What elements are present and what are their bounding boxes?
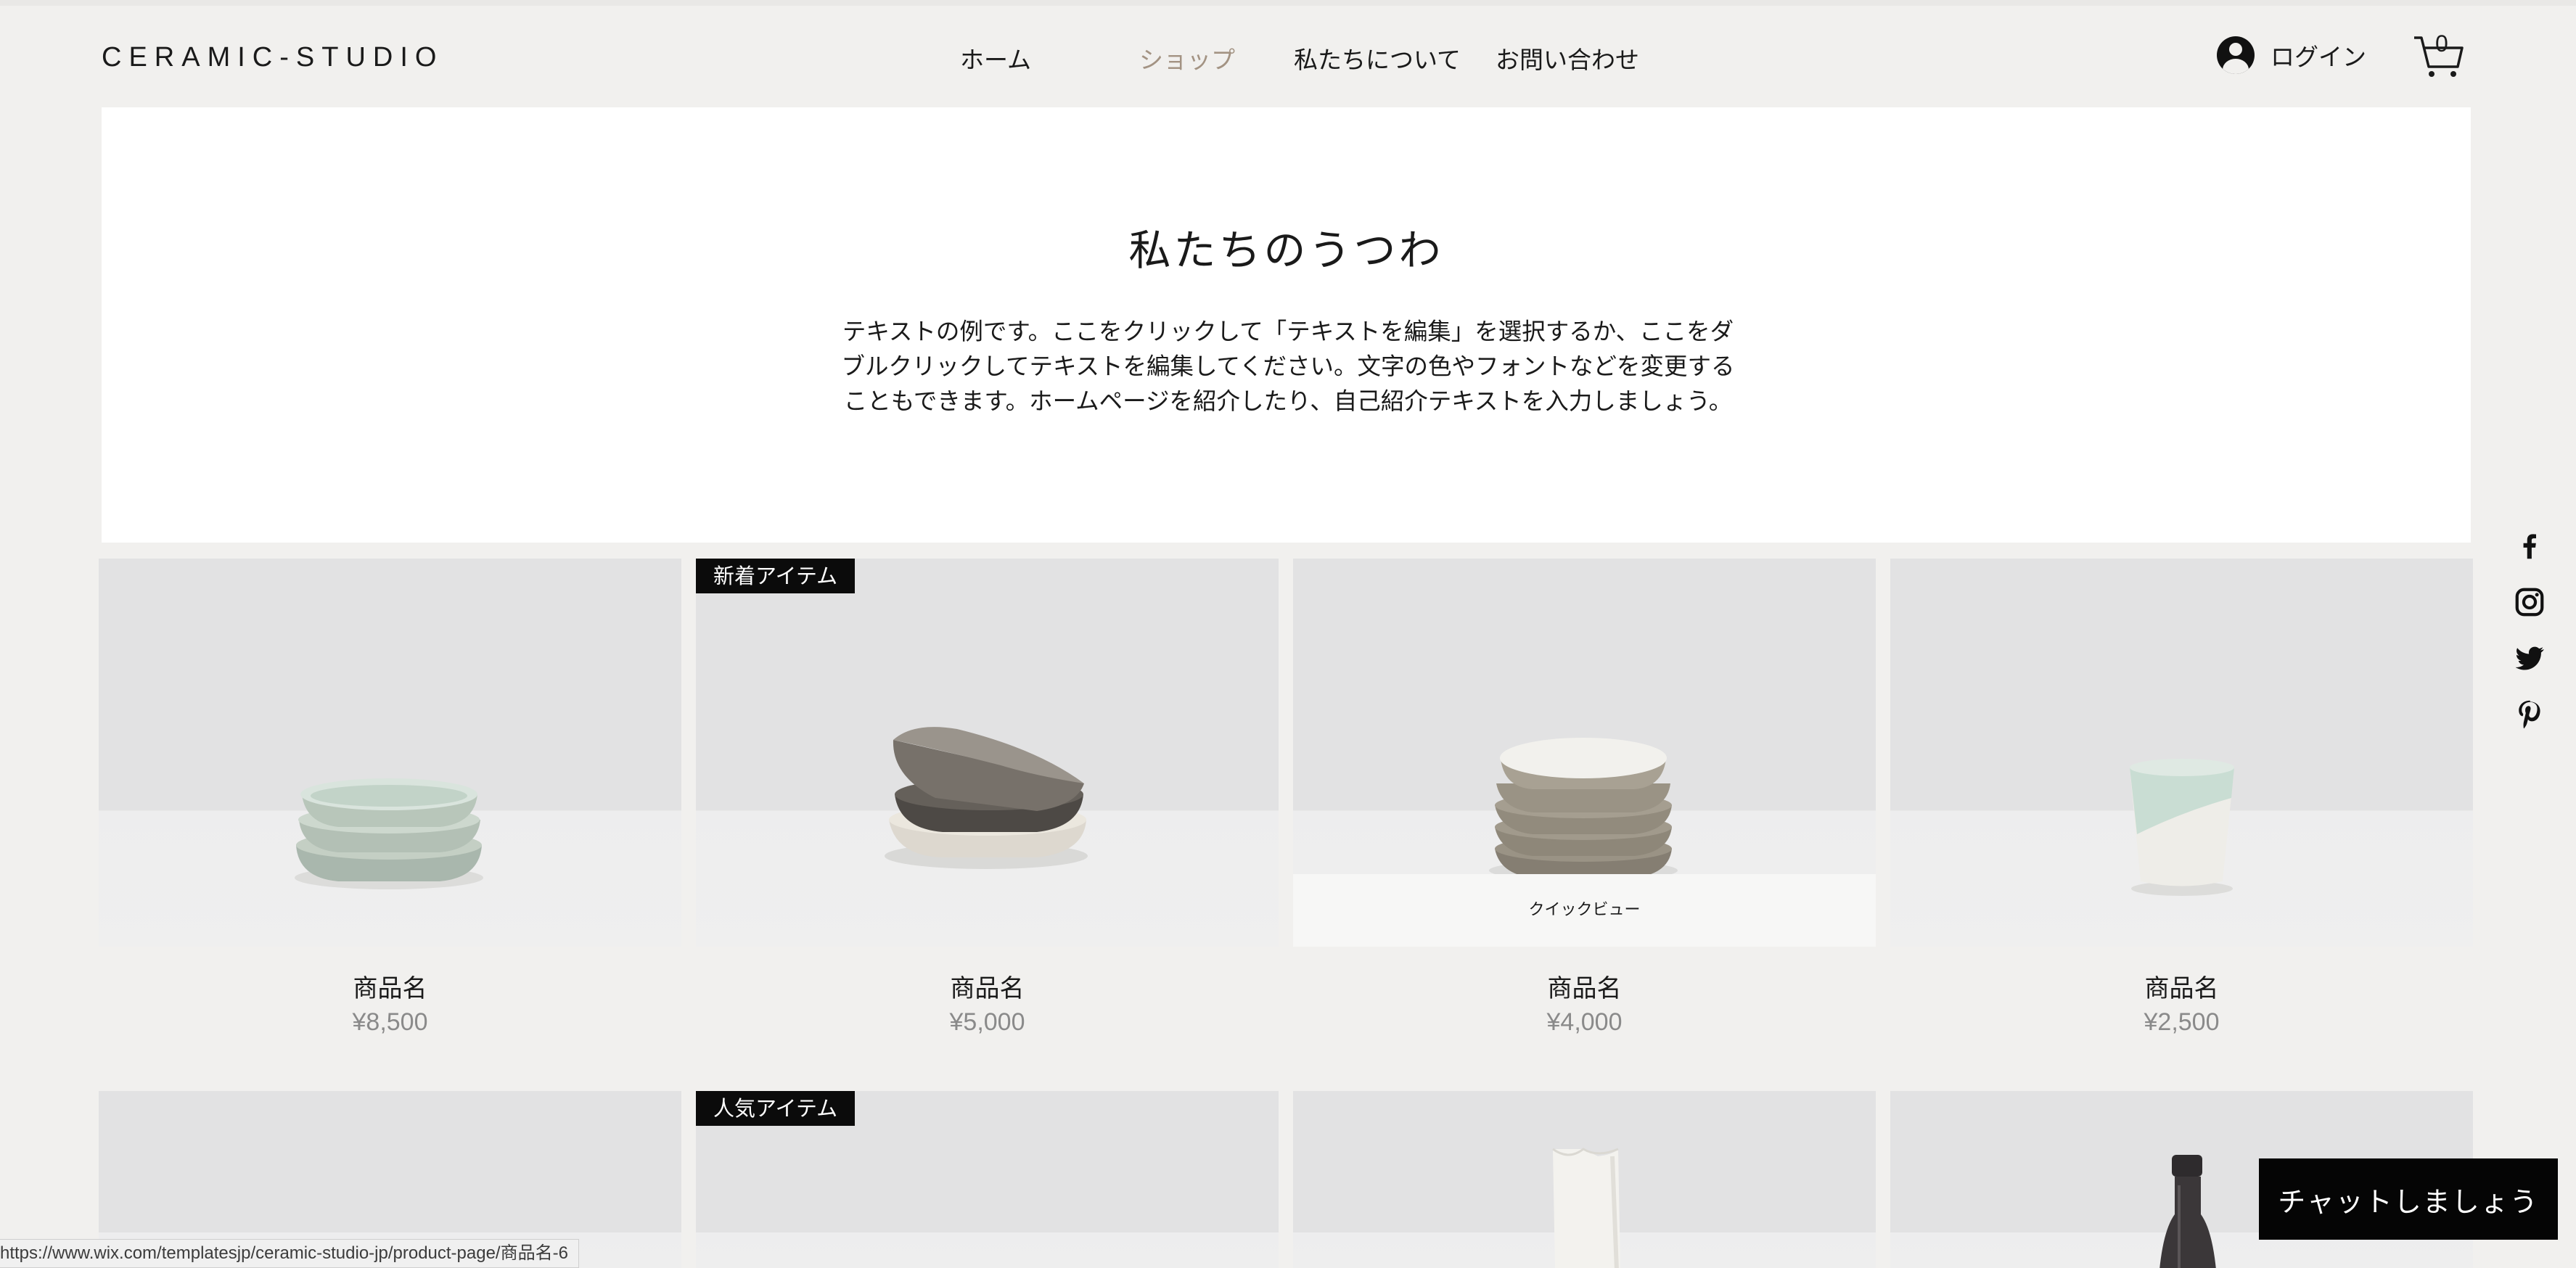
product-image[interactable]: クイックビュー bbox=[1293, 559, 1876, 947]
nav-about[interactable]: 私たちについて bbox=[1294, 41, 1461, 75]
chat-button[interactable]: チャットしましょう bbox=[2259, 1158, 2558, 1240]
product-price: ¥8,500 bbox=[352, 1008, 428, 1036]
nav-home[interactable]: ホーム bbox=[960, 41, 1031, 75]
product-name[interactable]: 商品名 bbox=[99, 968, 681, 1004]
facebook-icon[interactable] bbox=[2513, 530, 2546, 563]
page-title: 私たちのうつわ bbox=[1128, 226, 1444, 275]
product-image[interactable] bbox=[1890, 559, 2473, 947]
product-image[interactable]: 人気アイテム bbox=[696, 1091, 1279, 1268]
product-card[interactable]: 商品名 ¥8,500 bbox=[99, 559, 681, 1037]
nav-shop[interactable]: ショップ bbox=[1139, 41, 1235, 75]
product-name[interactable]: 商品名 bbox=[1890, 968, 2473, 1004]
twitter-icon[interactable] bbox=[2513, 641, 2546, 675]
user-avatar-icon bbox=[2217, 36, 2255, 74]
nav-contact[interactable]: お問い合わせ bbox=[1496, 41, 1639, 75]
product-card[interactable] bbox=[1293, 1091, 1876, 1268]
product-name[interactable]: 商品名 bbox=[1293, 968, 1876, 1004]
intro-section: 私たちのうつわ テキストの例です。ここをクリックして「テキストを編集」を選択する… bbox=[102, 107, 2471, 543]
product-card[interactable]: 商品名 ¥2,500 bbox=[1890, 559, 2473, 1037]
product-name[interactable]: 商品名 bbox=[696, 968, 1279, 1004]
browser-top-strip bbox=[0, 0, 2576, 6]
cart-count: 0 bbox=[2435, 30, 2448, 57]
celadon-cup-image bbox=[2130, 759, 2234, 896]
login-button[interactable]: ログイン bbox=[2217, 36, 2366, 74]
instagram-icon[interactable] bbox=[2513, 585, 2546, 619]
quick-view-button[interactable]: クイックビュー bbox=[1293, 874, 1876, 947]
grey-bowls-image bbox=[885, 727, 1088, 869]
site-logo[interactable]: CERAMIC-STUDIO bbox=[102, 42, 443, 73]
product-card[interactable]: 人気アイテム bbox=[696, 1091, 1279, 1268]
product-image[interactable] bbox=[1293, 1091, 1876, 1268]
social-bar bbox=[2513, 530, 2546, 753]
product-image[interactable]: 新着アイテム bbox=[696, 559, 1279, 947]
product-price: ¥5,000 bbox=[949, 1008, 1025, 1036]
product-badge: 新着アイテム bbox=[696, 559, 856, 593]
product-price: ¥2,500 bbox=[2144, 1008, 2220, 1036]
product-card[interactable]: 新着アイテム 商品名 ¥5,000 bbox=[696, 559, 1279, 1037]
white-pitcher-image bbox=[1552, 1148, 1620, 1268]
status-bar-url: https://www.wix.com/templatesjp/ceramic-… bbox=[0, 1239, 579, 1268]
product-card[interactable]: クイックビュー 商品名 ¥4,000 bbox=[1293, 559, 1876, 1037]
product-price: ¥4,000 bbox=[1546, 1008, 1623, 1036]
intro-text: テキストの例です。ここをクリックして「テキストを編集」を選択するか、ここをダブル… bbox=[841, 318, 1735, 415]
pinterest-icon[interactable] bbox=[2513, 697, 2546, 730]
celadon-bowls-image bbox=[295, 778, 483, 889]
product-image[interactable] bbox=[99, 559, 681, 947]
login-label: ログイン bbox=[2271, 43, 2366, 71]
product-badge: 人気アイテム bbox=[696, 1091, 856, 1126]
